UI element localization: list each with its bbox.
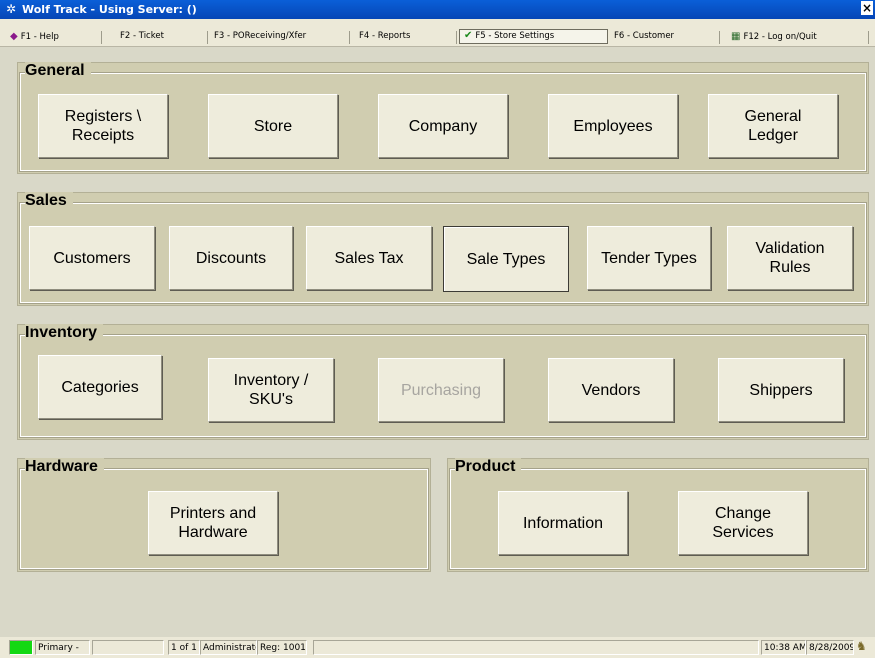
status-blank-panel <box>92 640 164 655</box>
inventory-sku-button[interactable]: Inventory / SKU's <box>208 358 334 422</box>
store-button[interactable]: Store <box>208 94 338 158</box>
hardware-group-label: Hardware <box>25 458 104 476</box>
logoff-icon: ▦ <box>731 31 741 42</box>
change-services-button[interactable]: Change Services <box>678 491 808 555</box>
f5-store-settings-tab[interactable]: ✔ F5 - Store Settings <box>459 29 608 44</box>
sales-tax-button[interactable]: Sales Tax <box>306 226 432 290</box>
inventory-group-label: Inventory <box>25 324 104 342</box>
close-button[interactable]: × <box>861 1 873 15</box>
validation-rules-button[interactable]: Validation Rules <box>727 226 853 290</box>
f4-reports-tab[interactable]: F4 - Reports <box>355 31 457 44</box>
status-date: 8/28/2009 <box>806 640 854 655</box>
product-group: Product Information Change Services <box>447 458 869 572</box>
general-group: General Registers \ Receipts Store Compa… <box>17 62 869 174</box>
categories-button[interactable]: Categories <box>38 355 162 419</box>
general-ledger-button[interactable]: General Ledger <box>708 94 838 158</box>
tender-types-button[interactable]: Tender Types <box>587 226 711 290</box>
title-bar: ✲ Wolf Track - Using Server: () × <box>0 0 875 19</box>
company-button[interactable]: Company <box>378 94 508 158</box>
hardware-group: Hardware Printers and Hardware <box>17 458 431 572</box>
f2-ticket-tab[interactable]: F2 - Ticket <box>116 31 208 44</box>
employees-button[interactable]: Employees <box>548 94 678 158</box>
f6-customer-tab[interactable]: F6 - Customer <box>610 31 720 44</box>
wolf-logo-icon: ♞ <box>856 639 867 653</box>
registers-receipts-button[interactable]: Registers \ Receipts <box>38 94 168 158</box>
status-time: 10:38 AM <box>761 640 806 655</box>
inventory-group: Inventory Categories Inventory / SKU's P… <box>17 324 869 440</box>
f12-logon-quit-tab[interactable]: ▦ F12 - Log on/Quit <box>727 31 869 44</box>
sales-group: Sales Customers Discounts Sales Tax Sale… <box>17 192 869 306</box>
purchasing-button: Purchasing <box>378 358 504 422</box>
sale-types-button[interactable]: Sale Types <box>443 226 569 292</box>
connection-status-indicator <box>9 640 33 655</box>
status-bar: Primary - 1 of 1 Administrator Reg: 1001… <box>0 637 875 658</box>
checkmark-icon: ✔ <box>464 30 473 41</box>
connection-status-text: Primary - <box>35 640 90 655</box>
f1-help-tab[interactable]: ◆ F1 - Help <box>6 31 102 44</box>
sales-group-label: Sales <box>25 192 73 210</box>
register-number: Reg: 1001 <box>257 640 307 655</box>
vendors-button[interactable]: Vendors <box>548 358 674 422</box>
user-name: Administrator <box>200 640 257 655</box>
customers-button[interactable]: Customers <box>29 226 155 290</box>
help-book-icon: ◆ <box>10 31 18 42</box>
status-message-panel <box>313 640 759 655</box>
window-title: Wolf Track - Using Server: () <box>22 3 197 16</box>
app-icon: ✲ <box>6 2 17 16</box>
function-key-bar: ◆ F1 - Help F2 - Ticket F3 - POReceiving/… <box>0 19 875 47</box>
printers-hardware-button[interactable]: Printers and Hardware <box>148 491 278 555</box>
product-group-label: Product <box>455 458 522 476</box>
page-counter: 1 of 1 <box>168 640 200 655</box>
discounts-button[interactable]: Discounts <box>169 226 293 290</box>
f3-poreceiving-tab[interactable]: F3 - POReceiving/Xfer <box>210 31 350 44</box>
shippers-button[interactable]: Shippers <box>718 358 844 422</box>
general-group-label: General <box>25 62 91 80</box>
information-button[interactable]: Information <box>498 491 628 555</box>
